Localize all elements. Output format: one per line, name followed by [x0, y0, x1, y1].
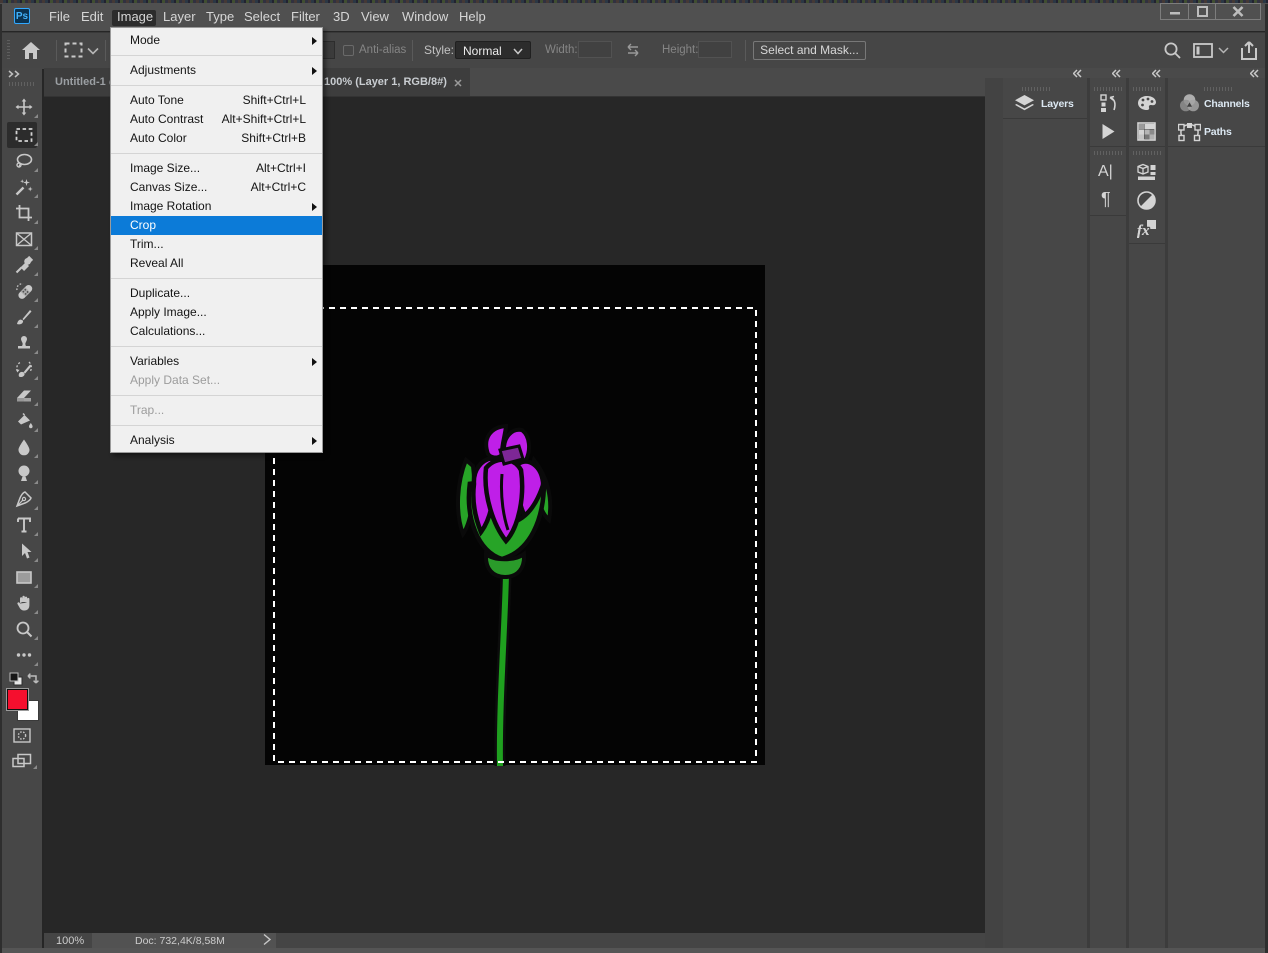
svg-text:fx: fx [1137, 223, 1150, 239]
